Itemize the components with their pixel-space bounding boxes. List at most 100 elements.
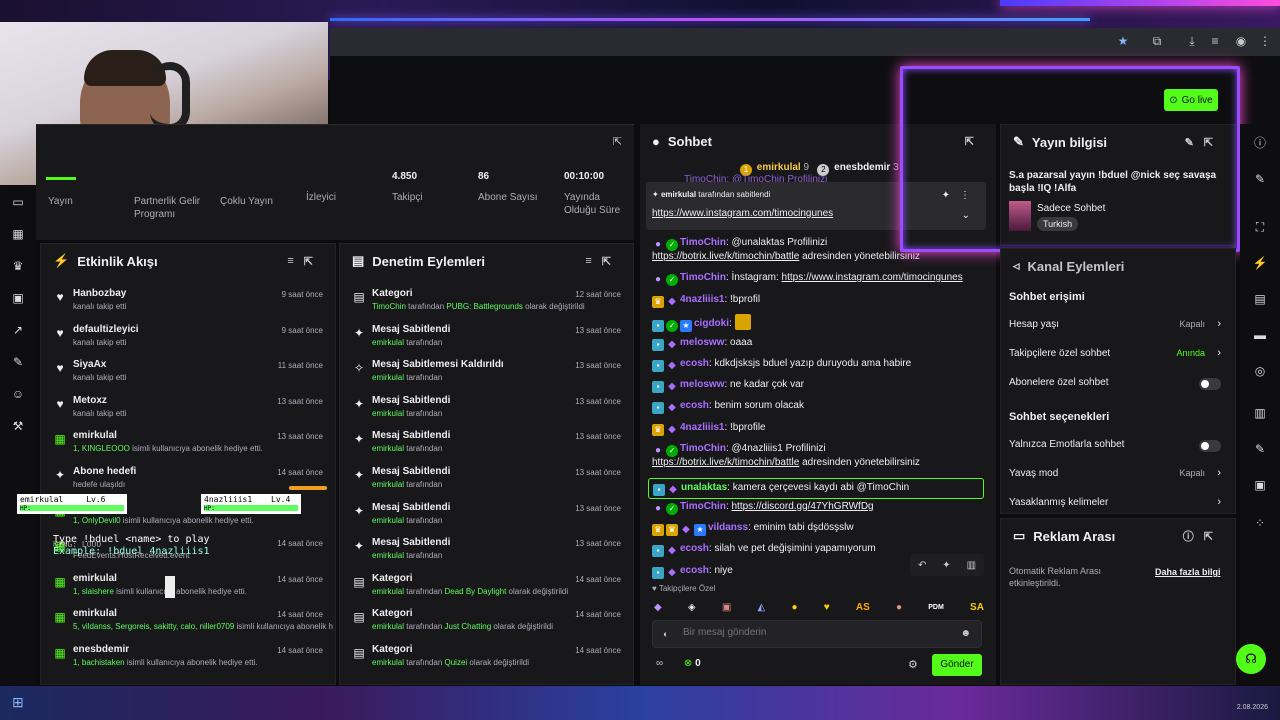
chat-username[interactable]: TimoChin [680,501,726,512]
filter-icon[interactable]: ≡ [585,255,601,267]
stream-icon[interactable]: ▭ [10,195,26,209]
chat-message[interactable]: ● ✓ TimoChin: https://discord.gg/47YhGRWfD… [652,500,984,515]
chat-message[interactable]: ● ✓ TimoChin: @4nazliiis1 Profilinizi [652,442,984,457]
pin-icon[interactable]: ✦ [942,560,950,571]
extensions-icon[interactable]: ⧉ [1150,34,1164,48]
layout-icon[interactable]: ▣ [1252,478,1268,494]
chat-username[interactable]: melosww [680,379,724,390]
chat-username[interactable]: ecosh [680,565,709,576]
chat-message[interactable]: https://botrix.live/k/timochin/battle ad… [652,456,984,469]
activity-item[interactable]: ♥ SiyaAx kanalı takip etti 11 saat önce [51,359,325,393]
more-dots-icon[interactable]: ⋮ [960,190,970,201]
info-icon[interactable]: ⓘ [1252,134,1268,150]
chevron-right-icon[interactable]: › [1217,318,1221,330]
moderation-item[interactable]: ▤ Kategori emirkulal tarafından Dead By … [350,573,623,607]
chat-message[interactable]: ♛ ♛ ◆ ★ vildanss: eminim tabi dşdösşslw [652,521,984,536]
chat-username[interactable]: TimoChin [680,272,726,283]
chat-message[interactable]: ▪ ◆ unalaktas: kamera çerçevesi kaydı abi … [648,478,984,499]
document-icon[interactable]: ▤ [1252,292,1268,308]
moderation-item[interactable]: ✦ Mesaj Sabitlendi emirkulal tarafından … [350,395,623,429]
chat-username[interactable]: ecosh [680,400,709,411]
activity-item[interactable]: ▦ emirkulal 1, slaishere isimli kullanıc… [51,573,325,607]
chat-link[interactable]: https://botrix.live/k/timochin/battle [652,457,799,468]
video-icon[interactable]: ▣ [10,291,26,305]
reply-icon[interactable]: ↶ [918,560,926,571]
infinity-icon[interactable]: ∞ [656,658,663,669]
chat-message[interactable]: ♛ ◆ 4nazliiis1: !bprofile [652,421,984,436]
chat-username[interactable]: ecosh [680,543,709,554]
moderation-item[interactable]: ▤ Kategori emirkulal tarafından Quizei o… [350,644,623,678]
moderation-item[interactable]: ✦ Mesaj Sabitlendi emirkulal tarafından … [350,466,623,500]
broadcast-icon[interactable]: ◎ [1252,364,1268,380]
top-gifter-1[interactable]: emirkulal [757,162,801,173]
fullscreen-icon[interactable]: ⛶ [1252,220,1268,236]
top-gifter-2[interactable]: enesbdemir [834,162,890,173]
popout-icon[interactable]: ⇱ [304,255,323,268]
activity-item[interactable]: ▦ enesbdemir 1, bachistaken isimli kulla… [51,644,325,678]
windows-start-icon[interactable]: ⊞ [12,694,24,711]
settings-gear-icon[interactable]: ⚙ [908,658,918,671]
chat-link[interactable]: https://botrix.live/k/timochin/battle [652,251,799,262]
moderation-item[interactable]: ✧ Mesaj Sabitlemesi Kaldırıldı emirkulal… [350,359,623,393]
chat-username[interactable]: TimoChin [680,237,726,248]
chat-message[interactable]: ● ✓ TimoChin: @unalaktas Profilinizi [652,236,984,251]
chevron-right-icon[interactable]: › [1217,467,1221,479]
moderation-item[interactable]: ✦ Mesaj Sabitlendi emirkulal tarafından … [350,430,623,464]
send-button[interactable]: Gönder [932,654,982,676]
chat-username[interactable]: melosww [680,337,724,348]
chat-link[interactable]: https://www.instagram.com/timocingunes [782,272,963,283]
popout-icon[interactable]: ⇱ [613,135,622,148]
moderation-item[interactable]: ▤ Kategori TimoChin tarafından PUBG: Bat… [350,288,623,322]
popout-icon[interactable]: ⇱ [1204,530,1223,543]
chevron-right-icon[interactable]: › [1217,347,1221,359]
chat-message[interactable]: ▪ ◆ melosww: oaaa [652,336,984,351]
filter-icon[interactable]: ≡ [287,255,303,267]
emote-7[interactable]: AS [856,602,870,613]
moderation-item[interactable]: ✦ Mesaj Sabitlendi emirkulal tarafından … [350,537,623,571]
toggle-switch[interactable] [1199,378,1221,390]
chat-bubble-icon[interactable]: ▬ [1252,328,1268,344]
chat-username[interactable]: ecosh [680,358,709,369]
users-icon[interactable]: ☺ [10,387,26,401]
wrench-icon[interactable]: ✎ [1252,442,1268,458]
emoji-icon[interactable]: ☻ [960,628,971,639]
activity-item[interactable]: ▦ emirkulal 5, vildanss, Sergoreis, saki… [51,608,333,642]
stream-tag[interactable]: Turkish [1037,217,1079,231]
chat-username[interactable]: 4nazliiis1 [680,422,724,433]
moderation-item[interactable]: ✦ Mesaj Sabitlendi emirkulal tarafından … [350,324,623,358]
pinned-link[interactable]: https://www.instagram.com/timocingunes [652,208,833,219]
chat-input[interactable] [683,627,943,638]
info-icon[interactable]: ⓘ [1183,528,1204,544]
chart-icon[interactable]: ↗ [10,323,26,337]
emote-1[interactable]: ◆ [654,602,662,613]
support-headset-icon[interactable]: ☊ [1236,644,1266,674]
activity-item[interactable]: ♥ Hanbozbay kanalı takip etti 9 saat önc… [51,288,325,322]
pencil-icon[interactable]: ✎ [1252,172,1268,188]
activity-item[interactable]: ▦ emirkulal 1, KINGLEOOO isimli kullanıc… [51,430,325,464]
emote-2[interactable]: ◈ [688,602,696,613]
chat-username[interactable]: TimoChin [680,443,726,454]
chat-username[interactable]: 4nazliiis1 [680,294,724,305]
chat-message[interactable]: ▪ ◆ melosww: ne kadar çok var [652,378,984,393]
emote-8[interactable]: ● [896,602,902,613]
unpin-icon[interactable]: ✦ [942,190,950,201]
go-live-button[interactable]: ⊙ Go live [1164,89,1218,111]
chat-username[interactable]: cigdoki [694,318,729,329]
chat-username[interactable]: unalaktas [681,482,727,493]
popout-icon[interactable]: ⇱ [602,255,621,268]
chat-message[interactable]: ▪ ✓ ★ cigdoki: [652,314,984,332]
trophy-icon[interactable]: ♛ [10,259,26,273]
bookmark-star-icon[interactable]: ★ [1116,34,1130,48]
moderation-item[interactable]: ✦ Mesaj Sabitlendi emirkulal tarafından … [350,502,623,536]
emote-9[interactable]: PDM [928,604,944,611]
activity-item[interactable]: ♥ Metoxz kanalı takip etti 13 saat önce [51,395,325,429]
analytics-icon[interactable]: ▦ [10,227,26,241]
profile-icon[interactable]: ◉ [1234,34,1248,48]
chat-message[interactable]: ● ✓ TimoChin: İnstagram: https://www.insta… [652,271,984,286]
menu-dots-icon[interactable]: ⋮ [1258,34,1272,48]
emote-6[interactable]: ♥ [824,602,830,613]
lightning-icon[interactable]: ⚡ [1252,256,1268,272]
apps-icon[interactable]: ⁘ [1252,516,1268,532]
emote-5[interactable]: ● [791,602,797,613]
chevron-right-icon[interactable]: › [1217,496,1221,508]
